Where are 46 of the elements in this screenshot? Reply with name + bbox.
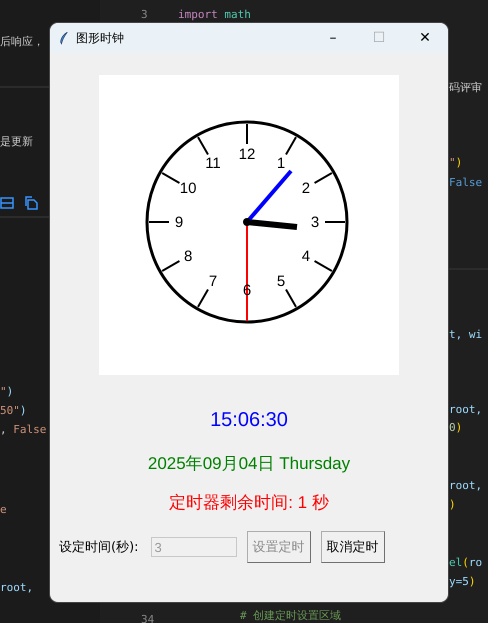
date-label: 2025年09月04日 Thursday: [148, 453, 350, 475]
code-text: 是更新: [0, 134, 33, 150]
feather-icon: [59, 31, 69, 45]
code-text: import math: [178, 7, 251, 23]
cancel-timer-button[interactable]: 取消定时: [320, 531, 385, 563]
split-icon[interactable]: [0, 196, 14, 210]
code-text: 码评审: [449, 80, 482, 96]
dial-number: 10: [180, 180, 196, 197]
dial-number: 3: [310, 214, 320, 231]
code-text: root,: [0, 580, 34, 596]
timer-setting-label: 设定时间(秒):: [59, 539, 139, 556]
clock-center: [243, 218, 251, 226]
code-text: root,: [449, 478, 482, 494]
code-text: "): [449, 155, 462, 171]
dial-number: 2: [302, 180, 310, 197]
hour-hand: [246, 219, 298, 230]
code-text: "): [0, 384, 14, 400]
dial-number: 5: [276, 272, 286, 290]
code-text: 34: [141, 612, 154, 623]
close-button[interactable]: ✕: [402, 23, 448, 53]
code-text: 后响应，: [0, 34, 44, 50]
copy-icon[interactable]: [24, 196, 38, 210]
code-text: , False: [0, 422, 46, 438]
dial-number: 8: [184, 248, 192, 265]
dial-number: 1: [276, 155, 286, 172]
time-label: 15:06:30: [210, 409, 288, 432]
dial-number: 12: [238, 146, 256, 163]
dial-number: 11: [205, 155, 221, 172]
code-text: False: [449, 175, 482, 191]
dial-number: 7: [208, 272, 218, 290]
code-text: 0): [449, 420, 462, 436]
code-text: t, wi: [449, 327, 482, 343]
dial-number: 4: [302, 248, 310, 265]
code-text: root,: [449, 402, 482, 418]
code-text: el(ro: [449, 555, 482, 571]
window-title: 图形时钟: [76, 30, 124, 46]
code-text: 50"): [0, 403, 26, 419]
minimize-button[interactable]: –: [310, 23, 356, 53]
code-text: ): [449, 497, 456, 513]
code-text: 3: [141, 7, 148, 23]
code-text: # 创建定时设置区域: [240, 608, 342, 623]
minute-hand: [245, 170, 293, 224]
code-text: y=5): [449, 574, 476, 590]
timer-label: 定时器剩余时间: 1 秒: [169, 492, 329, 514]
code-text: e: [0, 502, 7, 518]
dial-number: 9: [174, 214, 184, 231]
